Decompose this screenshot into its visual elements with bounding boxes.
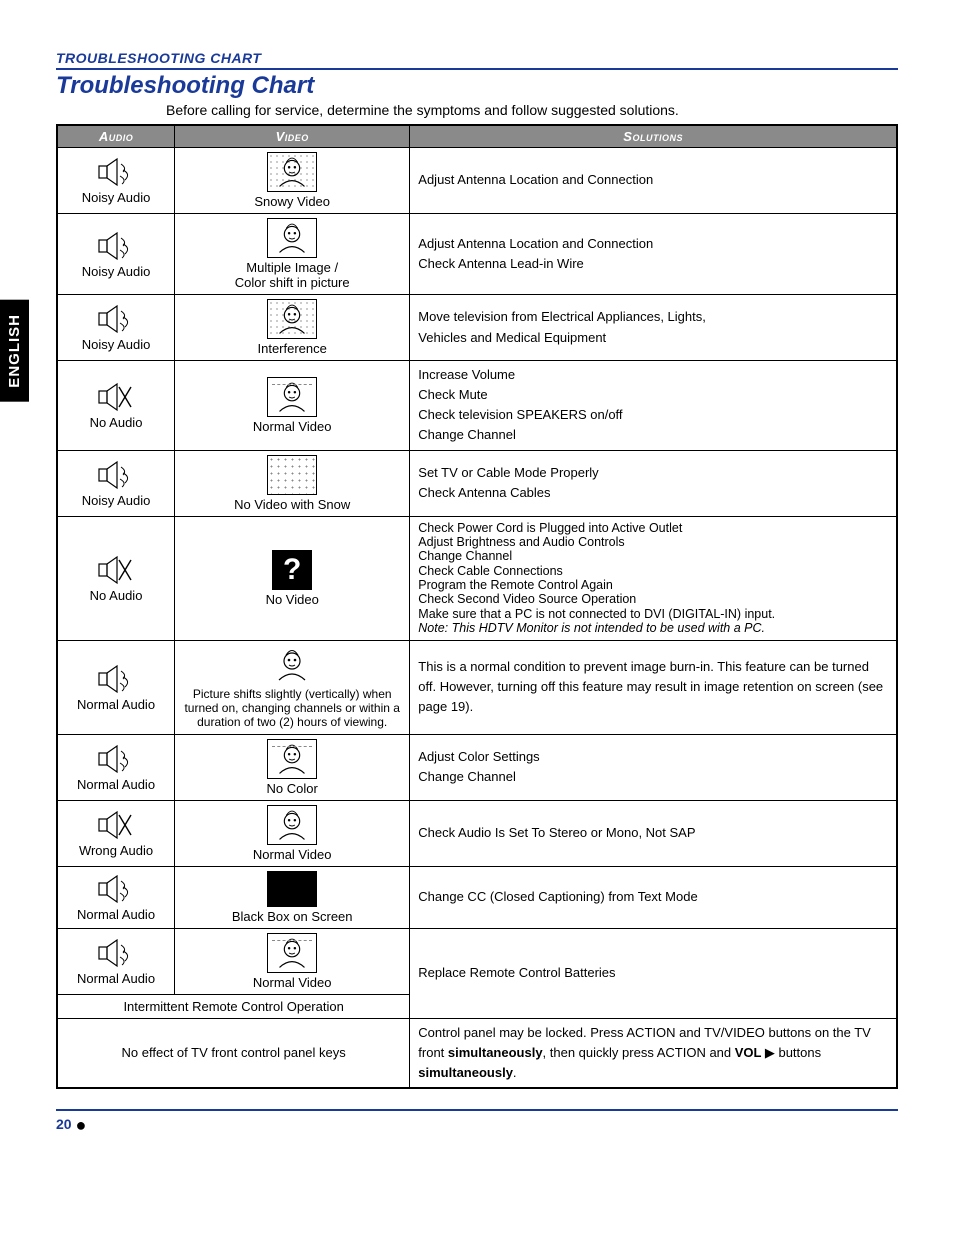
- solution-cell: Increase VolumeCheck MuteCheck televisio…: [410, 361, 897, 451]
- page-title: Troubleshooting Chart: [56, 72, 898, 100]
- question-box-icon: ?: [272, 550, 312, 590]
- solution-cell: Check Power Cord is Plugged into Active …: [410, 516, 897, 640]
- speaker-muted-icon: [97, 554, 135, 586]
- video-label: No Video with Snow: [183, 497, 401, 512]
- audio-cell: Normal Audio: [57, 734, 175, 800]
- solution-cell: Change CC (Closed Captioning) from Text …: [410, 866, 897, 928]
- face-framed-icon: [267, 218, 317, 258]
- solution-cell: Control panel may be locked. Press ACTIO…: [410, 1018, 897, 1088]
- video-cell: Normal Video: [175, 800, 410, 866]
- speaker-noisy-icon: [97, 663, 135, 695]
- solution-cell: Check Audio Is Set To Stereo or Mono, No…: [410, 800, 897, 866]
- audio-label: Normal Audio: [66, 777, 166, 792]
- audio-cell: Wrong Audio: [57, 800, 175, 866]
- face-snowy-icon: [267, 299, 317, 339]
- video-label: No Color: [183, 781, 401, 796]
- audio-label: No Audio: [66, 588, 166, 603]
- video-cell: Black Box on Screen: [175, 866, 410, 928]
- video-label: Black Box on Screen: [183, 909, 401, 924]
- speaker-noisy-icon: [97, 937, 135, 969]
- snow-icon: [267, 455, 317, 495]
- video-cell: No Video with Snow: [175, 450, 410, 516]
- span-symptom: No effect of TV front control panel keys: [57, 1018, 410, 1088]
- video-label: Normal Video: [183, 419, 401, 434]
- intro-text: Before calling for service, determine th…: [166, 102, 898, 118]
- audio-label: Noisy Audio: [66, 337, 166, 352]
- video-cell: Normal Video: [175, 361, 410, 451]
- audio-label: Normal Audio: [66, 971, 166, 986]
- video-label: Snowy Video: [183, 194, 401, 209]
- audio-cell: Noisy Audio: [57, 148, 175, 214]
- page-number: 20 ●: [56, 1116, 86, 1132]
- audio-cell: No Audio: [57, 361, 175, 451]
- video-cell: Normal Video: [175, 928, 410, 994]
- solution-cell: Set TV or Cable Mode ProperlyCheck Anten…: [410, 450, 897, 516]
- video-cell: Interference: [175, 295, 410, 361]
- black-box-icon: [267, 871, 317, 907]
- audio-label: Noisy Audio: [66, 264, 166, 279]
- speaker-noisy-icon: [97, 743, 135, 775]
- solution-cell: Adjust Antenna Location and Connection: [410, 148, 897, 214]
- audio-cell: No Audio: [57, 516, 175, 640]
- troubleshooting-table: Audio Video Solutions Noisy Audio Snowy V…: [56, 124, 898, 1089]
- speaker-muted-icon: [97, 381, 135, 413]
- audio-cell: Noisy Audio: [57, 450, 175, 516]
- audio-label: Wrong Audio: [66, 843, 166, 858]
- solution-cell: This is a normal condition to prevent im…: [410, 640, 897, 734]
- speaker-noisy-icon: [97, 873, 135, 905]
- solution-cell: Move television from Electrical Applianc…: [410, 295, 897, 361]
- solution-cell: Replace Remote Control Batteries: [410, 928, 897, 1018]
- video-cell: Snowy Video: [175, 148, 410, 214]
- face-snowy-icon: [267, 152, 317, 192]
- video-label: No Video: [183, 592, 401, 607]
- audio-cell: Noisy Audio: [57, 295, 175, 361]
- solution-cell: Adjust Antenna Location and ConnectionCh…: [410, 214, 897, 295]
- speaker-noisy-icon: [97, 459, 135, 491]
- video-cell: Multiple Image /Color shift in picture: [175, 214, 410, 295]
- solution-cell: Adjust Color SettingsChange Channel: [410, 734, 897, 800]
- face-framed-dash-icon: [267, 739, 317, 779]
- span-symptom: Intermittent Remote Control Operation: [57, 994, 410, 1018]
- footer: 20 ●: [56, 1109, 898, 1136]
- audio-label: Normal Audio: [66, 907, 166, 922]
- video-label: Multiple Image /Color shift in picture: [183, 260, 401, 290]
- video-cell: ? No Video: [175, 516, 410, 640]
- speaker-noisy-icon: [97, 303, 135, 335]
- audio-cell: Noisy Audio: [57, 214, 175, 295]
- col-header-video: Video: [175, 125, 410, 148]
- audio-label: Normal Audio: [66, 697, 166, 712]
- face-framed-dash-icon: [267, 933, 317, 973]
- speaker-noisy-icon: [97, 156, 135, 188]
- audio-label: Noisy Audio: [66, 493, 166, 508]
- audio-cell: Normal Audio: [57, 928, 175, 994]
- audio-cell: Normal Audio: [57, 640, 175, 734]
- speaker-noisy-icon: [97, 230, 135, 262]
- video-label: Normal Video: [183, 975, 401, 990]
- language-tab: ENGLISH: [0, 300, 29, 402]
- face-framed-icon: [267, 805, 317, 845]
- face-framed-dash-icon: [267, 377, 317, 417]
- section-header: TROUBLESHOOTING CHART: [56, 50, 898, 70]
- col-header-audio: Audio: [57, 125, 175, 148]
- speaker-muted-icon: [97, 809, 135, 841]
- col-header-solutions: Solutions: [410, 125, 897, 148]
- audio-label: No Audio: [66, 415, 166, 430]
- video-cell: Picture shifts slightly (vertically) whe…: [175, 640, 410, 734]
- video-label: Picture shifts slightly (vertically) whe…: [183, 687, 401, 730]
- audio-cell: Normal Audio: [57, 866, 175, 928]
- video-cell: No Color: [175, 734, 410, 800]
- video-label: Normal Video: [183, 847, 401, 862]
- video-label: Interference: [183, 341, 401, 356]
- audio-label: Noisy Audio: [66, 190, 166, 205]
- face-icon: [267, 645, 317, 685]
